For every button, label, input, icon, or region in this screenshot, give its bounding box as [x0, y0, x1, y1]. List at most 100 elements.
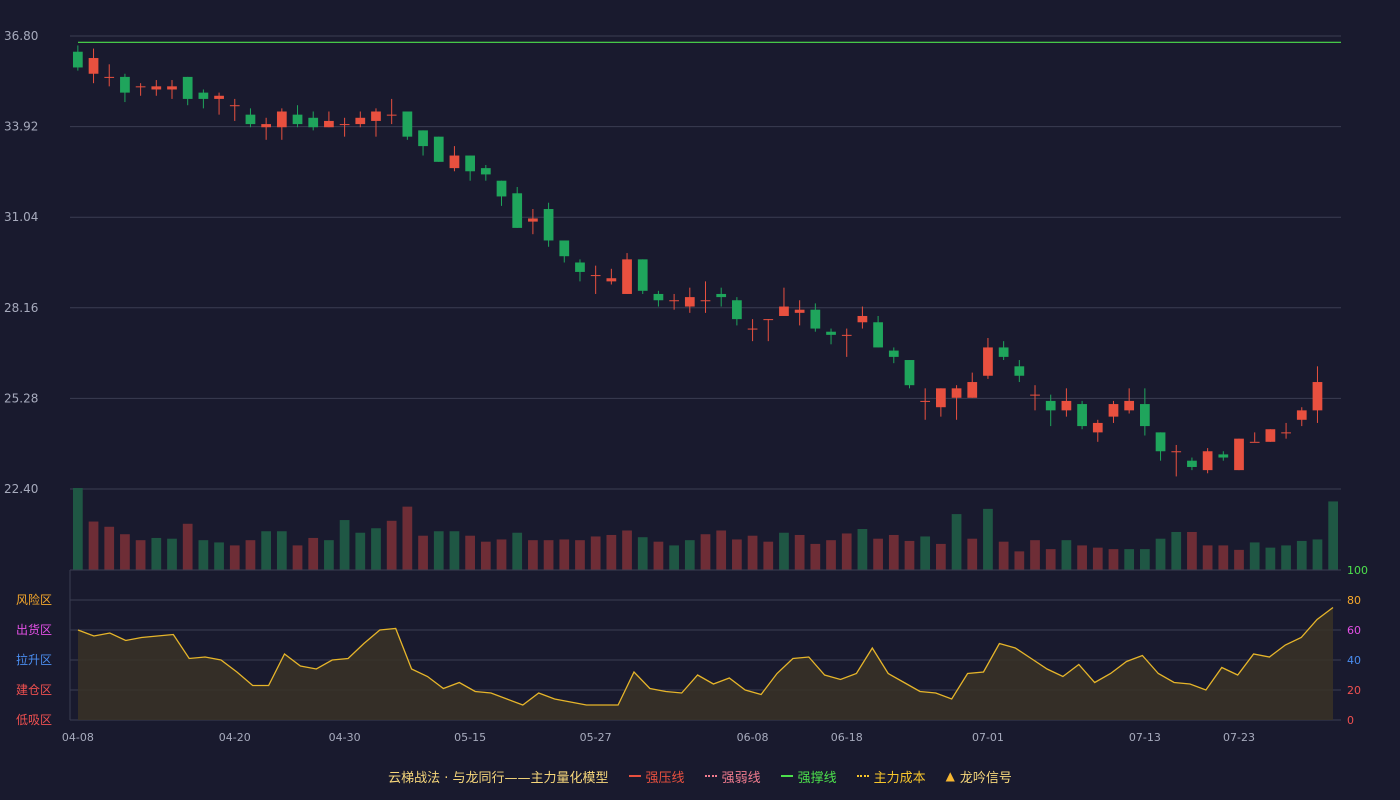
volume-bar	[826, 540, 836, 570]
volume-bar	[888, 534, 899, 570]
volume-bar	[1218, 545, 1229, 570]
candle-body	[1030, 394, 1040, 396]
candle-body	[888, 350, 899, 357]
chart-legend: 云梯战法 · 与龙同行——主力量化模型 强压线 强弱线 强撑线 主力成本 ▲ 龙…	[0, 766, 1400, 786]
candle-body	[669, 300, 679, 302]
x-axis-date-label: 06-08	[737, 731, 769, 744]
candle-body	[229, 105, 240, 107]
candle-body	[543, 209, 554, 241]
indicator-tick-label: 20	[1347, 684, 1361, 697]
volume-bar	[324, 540, 334, 570]
price-tick-label: 28.16	[4, 301, 38, 315]
volume-bar	[543, 540, 554, 570]
legend-item-dragon-signal[interactable]: ▲ 龙吟信号	[946, 767, 1012, 786]
candle-body	[261, 124, 272, 128]
indicator-zone-label: 风险区	[16, 592, 52, 607]
volume-bar	[810, 543, 821, 570]
x-axis-date-label: 05-15	[454, 731, 486, 744]
candle-body	[120, 76, 130, 93]
volume-bar	[151, 537, 162, 570]
volume-bar	[920, 536, 931, 570]
volume-bar	[261, 531, 272, 570]
indicator-zone-label: 低吸区	[16, 713, 52, 727]
candle-body	[575, 262, 585, 272]
volume-bar	[418, 535, 428, 570]
candle-body	[747, 328, 758, 330]
strength-line-swatch-icon	[704, 775, 717, 777]
legend-item-main-cost[interactable]: 主力成本	[856, 767, 926, 786]
volume-bar	[1030, 540, 1040, 570]
candle-body	[1139, 404, 1150, 427]
candle-body	[794, 309, 805, 313]
volume-bar	[1312, 539, 1323, 570]
candle-body	[182, 76, 193, 99]
volume-bar	[904, 540, 915, 570]
candle-body	[339, 124, 350, 126]
candle-body	[1202, 451, 1213, 471]
volume-bar	[1234, 549, 1244, 570]
candle-body	[386, 114, 397, 116]
candle-body	[684, 297, 695, 307]
candle-body	[732, 300, 742, 320]
volume-bar	[1155, 538, 1166, 570]
candle-body	[496, 180, 507, 197]
volume-bar	[386, 520, 397, 570]
volume-bar	[1092, 547, 1103, 570]
volume-bar	[465, 535, 475, 570]
x-axis-date-label: 05-27	[580, 731, 612, 744]
volume-bar	[637, 537, 648, 570]
candle-body	[590, 275, 601, 277]
indicator-zone-label: 拉升区	[16, 652, 52, 667]
volume-bar	[1171, 531, 1182, 570]
indicator-tick-label: 80	[1347, 594, 1361, 607]
candle-body	[716, 293, 727, 298]
volume-bar	[355, 532, 366, 570]
candle-body	[826, 331, 836, 335]
price-tick-label: 33.92	[4, 120, 38, 134]
main-cost-swatch-icon	[856, 775, 869, 777]
volume-bar	[1187, 531, 1197, 570]
candle-body	[1281, 432, 1291, 434]
candle-body	[1061, 400, 1072, 411]
x-axis-date-label: 06-18	[831, 731, 863, 744]
volume-bar	[983, 508, 993, 570]
pressure-line-swatch-icon	[628, 775, 641, 777]
price-tick-label: 25.28	[4, 391, 38, 405]
volume-bar	[88, 521, 99, 570]
volume-bar	[1296, 540, 1307, 570]
legend-item-pressure-line[interactable]: 强压线	[628, 767, 685, 786]
legend-title: 云梯战法 · 与龙同行——主力量化模型	[388, 767, 608, 786]
candle-body	[402, 111, 413, 137]
candle-body	[167, 86, 177, 90]
candle-body	[936, 388, 946, 408]
x-axis-date-label: 04-30	[329, 731, 361, 744]
volume-bar	[371, 528, 381, 570]
volume-bar	[622, 530, 632, 570]
candle-body	[1249, 441, 1260, 443]
x-axis-date-label: 07-23	[1223, 731, 1255, 744]
candle-body	[433, 136, 444, 162]
volume-bar	[135, 540, 146, 570]
candle-body	[606, 278, 617, 282]
volume-bar	[732, 539, 742, 570]
volume-bar	[1077, 545, 1087, 570]
candle-body	[983, 347, 993, 376]
legend-label: 主力成本	[873, 770, 926, 786]
legend-item-strength-line[interactable]: 强弱线	[704, 767, 761, 786]
price-tick-label: 36.80	[4, 29, 38, 43]
candle-body	[873, 322, 883, 348]
candle-body	[1218, 454, 1229, 458]
volume-bar	[1139, 549, 1150, 570]
candle-body	[779, 306, 789, 316]
volume-bar	[480, 541, 491, 570]
volume-bar	[496, 539, 507, 570]
candle-body	[324, 120, 334, 128]
volume-bar	[402, 506, 413, 570]
volume-bar	[167, 538, 177, 570]
volume-bar	[339, 520, 350, 570]
volume-bar	[72, 488, 83, 570]
volume-bar	[1249, 542, 1260, 570]
legend-item-support-line[interactable]: 强撑线	[780, 767, 837, 786]
x-axis-date-label: 04-08	[62, 731, 94, 744]
candle-body	[214, 95, 224, 99]
